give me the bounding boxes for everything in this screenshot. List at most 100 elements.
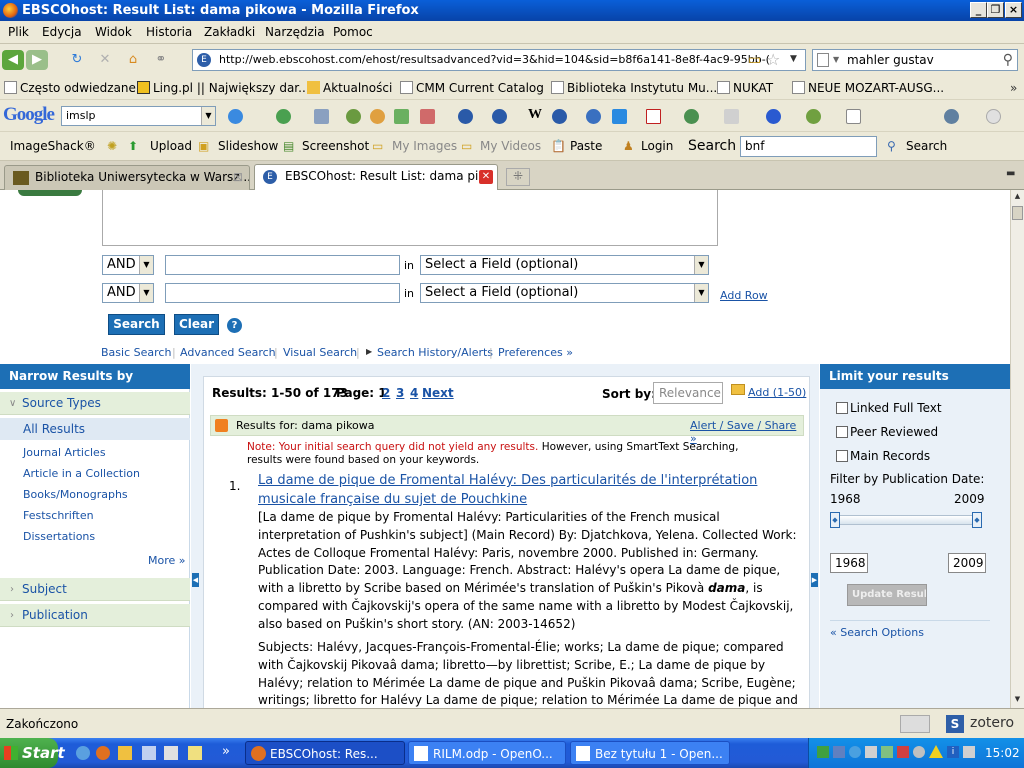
close-tab-icon[interactable]: ⊠ <box>233 166 243 189</box>
gmail-icon[interactable] <box>646 109 661 124</box>
minimize-button[interactable]: _ <box>970 2 987 18</box>
clear-button[interactable]: Clear <box>174 314 219 335</box>
info-icon[interactable]: i <box>947 746 959 758</box>
menu-widok[interactable]: Widok <box>95 25 132 39</box>
collapse-left-icon[interactable]: ◀ <box>192 573 199 587</box>
date-range-slider[interactable] <box>834 515 982 525</box>
engine-dropdown-icon[interactable]: ▼ <box>833 50 839 70</box>
firefox-search-field[interactable]: ▼ mahler gustav ⚲ <box>812 49 1018 71</box>
comment-icon[interactable] <box>724 109 739 124</box>
my-images-button[interactable]: My Images <box>392 139 457 153</box>
google-plus-icon[interactable] <box>276 109 291 124</box>
more-sources-link[interactable]: More » <box>148 554 186 567</box>
search-textarea[interactable] <box>102 190 718 246</box>
add-to-folder-link[interactable]: Add (1-50) <box>748 386 806 399</box>
wikipedia-icon[interactable]: W <box>528 107 542 123</box>
link-icon[interactable]: ⚭ <box>150 50 172 70</box>
source-types-toggle[interactable]: ∨ Source Types <box>0 392 190 415</box>
bookmark-often-visited[interactable]: Często odwiedzane <box>4 81 136 95</box>
slideshow-button[interactable]: Slideshow <box>218 139 278 153</box>
s-icon[interactable]: S <box>946 715 964 733</box>
start-button[interactable]: Start <box>0 738 65 768</box>
app-icon[interactable] <box>164 746 178 760</box>
tray-icon[interactable] <box>817 746 829 758</box>
bookmark-nukat[interactable]: NUKAT <box>717 81 773 95</box>
spellcheck-icon[interactable] <box>806 109 821 124</box>
login-button[interactable]: Login <box>641 139 673 153</box>
my-videos-button[interactable]: My Videos <box>480 139 541 153</box>
linked-full-text-checkbox[interactable] <box>836 402 848 414</box>
tab-list-icon[interactable]: ▬ <box>1006 168 1015 179</box>
field-select-1[interactable]: Select a Field (optional) ▼ <box>420 255 709 275</box>
home-icon[interactable]: ⌂ <box>122 50 144 70</box>
source-festschriften[interactable]: Festschriften <box>23 509 94 522</box>
slider-handle-max[interactable]: ◆ <box>972 512 982 528</box>
more-quicklaunch-chevron-icon[interactable]: » <box>222 744 230 759</box>
basic-search-link[interactable]: Basic Search <box>101 346 171 359</box>
tab-biblioteka[interactable]: Biblioteka Uniwersytecka w Warsz... ⊠ <box>4 165 250 190</box>
reload-icon[interactable]: ↻ <box>66 50 88 70</box>
result-title-link[interactable]: La dame de pique de Fromental Halévy: De… <box>258 471 798 509</box>
taskbar-item-ebsco[interactable]: EBSCOhost: Res... <box>245 741 405 765</box>
sort-select[interactable]: Relevance <box>653 382 723 404</box>
tray-icon[interactable] <box>833 746 845 758</box>
globe-icon[interactable] <box>492 109 507 124</box>
page-4-link[interactable]: 4 <box>410 386 418 400</box>
magnifier-icon[interactable]: ⚲ <box>1003 50 1013 70</box>
news-icon[interactable] <box>314 109 329 124</box>
firefox-icon[interactable] <box>96 746 110 760</box>
tray-icon[interactable] <box>913 746 925 758</box>
imageshack-search-input[interactable]: bnf <box>740 136 877 157</box>
scroll-up-icon[interactable]: ▲ <box>1012 192 1023 202</box>
page-2-link[interactable]: 2 <box>382 386 390 400</box>
scroll-down-icon[interactable]: ▼ <box>1012 695 1023 705</box>
highlight-icon[interactable] <box>420 109 435 124</box>
bookmark-ling[interactable]: Ling.pl || Największy dar... <box>137 81 310 95</box>
bookmark-aktualnosci[interactable]: Aktualności <box>307 81 392 95</box>
globe-icon[interactable] <box>458 109 473 124</box>
menu-pomoc[interactable]: Pomoc <box>333 25 373 39</box>
book-icon[interactable] <box>188 746 202 760</box>
page-3-link[interactable]: 3 <box>396 386 404 400</box>
plus-icon[interactable] <box>612 109 627 124</box>
bookmark-toolbar-icon[interactable] <box>346 109 361 124</box>
back-button[interactable]: ◀ <box>2 50 24 70</box>
addon-icon[interactable] <box>900 715 930 733</box>
menu-plik[interactable]: Plik <box>8 25 29 39</box>
tray-icon[interactable] <box>897 746 909 758</box>
bookmark-mozart[interactable]: NEUE MOZART-AUSG... <box>792 81 944 95</box>
peer-reviewed-checkbox[interactable] <box>836 426 848 438</box>
rss-icon[interactable] <box>215 419 228 432</box>
tray-icon[interactable] <box>881 746 893 758</box>
taskbar-item-rilm[interactable]: RILM.odp - OpenO... <box>408 741 566 765</box>
close-button[interactable]: × <box>1005 2 1022 18</box>
source-all-results[interactable]: All Results <box>23 422 85 436</box>
menu-edycja[interactable]: Edycja <box>42 25 82 39</box>
tray-icon[interactable] <box>865 746 877 758</box>
field-select-2[interactable]: Select a Field (optional) ▼ <box>420 283 709 303</box>
tab-ebscohost[interactable]: E EBSCOhost: Result List: dama pi... ✕ <box>254 164 498 190</box>
slider-handle-min[interactable]: ◆ <box>830 512 840 528</box>
address-bar[interactable]: E http://web.ebscohost.com/ehost/results… <box>192 49 806 71</box>
warning-icon[interactable] <box>929 745 943 758</box>
forward-button[interactable]: ▶ <box>26 50 48 70</box>
folder-icon[interactable]: ▭ <box>748 52 761 68</box>
date-from-input[interactable]: 1968 <box>830 553 868 573</box>
add-row-link[interactable]: Add Row <box>720 289 768 302</box>
source-journal-articles[interactable]: Journal Articles <box>23 446 106 459</box>
search-history-link[interactable]: Search History/Alerts <box>377 346 493 359</box>
publication-toggle[interactable]: › Publication <box>0 604 190 627</box>
settings-circle-icon[interactable] <box>986 109 1001 124</box>
tray-icon[interactable] <box>849 746 861 758</box>
vertical-scrollbar[interactable]: ▲ ▼ <box>1010 190 1024 708</box>
hand-icon[interactable] <box>370 109 385 124</box>
google-search-input[interactable]: imslp ▼ <box>61 106 216 126</box>
zotero-button[interactable]: zotero <box>970 715 1014 731</box>
app-icon[interactable] <box>142 746 156 760</box>
bookmark-biblioteka[interactable]: Biblioteka Instytutu Mu... <box>551 81 717 95</box>
preferences-link[interactable]: Preferences » <box>498 346 573 359</box>
speaker-icon[interactable] <box>963 746 975 758</box>
search-options-link[interactable]: « Search Options <box>830 626 924 639</box>
new-tab-button[interactable]: ⁜ <box>506 168 530 186</box>
docs-icon[interactable] <box>394 109 409 124</box>
